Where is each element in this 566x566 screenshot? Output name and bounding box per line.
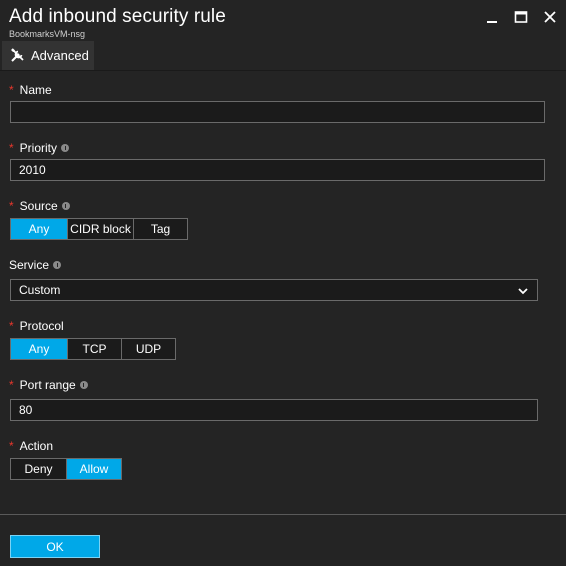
footer-divider: [0, 514, 566, 515]
blade-title: Add inbound security rule: [9, 6, 226, 27]
required-marker: *: [9, 199, 14, 213]
source-label: * Source: [9, 199, 70, 213]
chevron-down-icon: [518, 288, 528, 295]
ok-button[interactable]: OK: [10, 535, 100, 558]
info-icon[interactable]: [53, 261, 62, 269]
priority-label: * Priority: [9, 141, 70, 155]
required-marker: *: [9, 378, 14, 392]
source-option-tag[interactable]: Tag: [133, 219, 187, 239]
action-label-text: Action: [19, 439, 54, 453]
source-toggle: Any CIDR block Tag: [10, 218, 188, 240]
tools-icon: [11, 48, 24, 62]
info-icon[interactable]: [61, 202, 70, 210]
action-label: * Action: [9, 439, 53, 453]
action-option-allow[interactable]: Allow: [66, 459, 121, 479]
required-marker: *: [9, 83, 14, 97]
advanced-label: Advanced: [31, 48, 89, 63]
action-toggle: Deny Allow: [10, 458, 122, 480]
required-marker: *: [9, 319, 14, 333]
port-range-input[interactable]: 80: [10, 399, 538, 421]
source-label-text: Source: [19, 199, 58, 213]
action-option-deny[interactable]: Deny: [11, 459, 66, 479]
port-range-input-value: 80: [19, 403, 33, 417]
source-option-any[interactable]: Any: [11, 219, 67, 239]
port-range-label-text: Port range: [19, 378, 76, 392]
protocol-option-any[interactable]: Any: [11, 339, 67, 359]
protocol-option-tcp[interactable]: TCP: [67, 339, 121, 359]
protocol-label: * Protocol: [9, 319, 64, 333]
priority-input[interactable]: 2010: [10, 159, 545, 181]
info-icon[interactable]: [79, 381, 88, 389]
service-select-value: Custom: [19, 283, 61, 297]
port-range-label: * Port range: [9, 378, 88, 392]
source-option-cidr[interactable]: CIDR block: [67, 219, 133, 239]
name-input[interactable]: [10, 101, 545, 123]
close-icon[interactable]: [541, 8, 559, 26]
blade-subtitle: BookmarksVM-nsg: [9, 29, 86, 39]
minimize-icon[interactable]: [483, 8, 501, 26]
protocol-option-udp[interactable]: UDP: [121, 339, 175, 359]
service-label-text: Service: [9, 258, 50, 272]
toolbar-divider: [0, 70, 566, 71]
service-select[interactable]: Custom: [10, 279, 538, 301]
maximize-icon[interactable]: [512, 8, 530, 26]
info-icon[interactable]: [61, 144, 70, 152]
advanced-button[interactable]: Advanced: [2, 41, 94, 70]
priority-input-value: 2010: [19, 163, 46, 177]
protocol-toggle: Any TCP UDP: [10, 338, 176, 360]
service-label: Service: [9, 258, 62, 272]
required-marker: *: [9, 141, 14, 155]
protocol-label-text: Protocol: [19, 319, 64, 333]
priority-label-text: Priority: [19, 141, 58, 155]
required-marker: *: [9, 439, 14, 453]
name-label: * Name: [9, 83, 52, 97]
name-label-text: Name: [19, 83, 52, 97]
